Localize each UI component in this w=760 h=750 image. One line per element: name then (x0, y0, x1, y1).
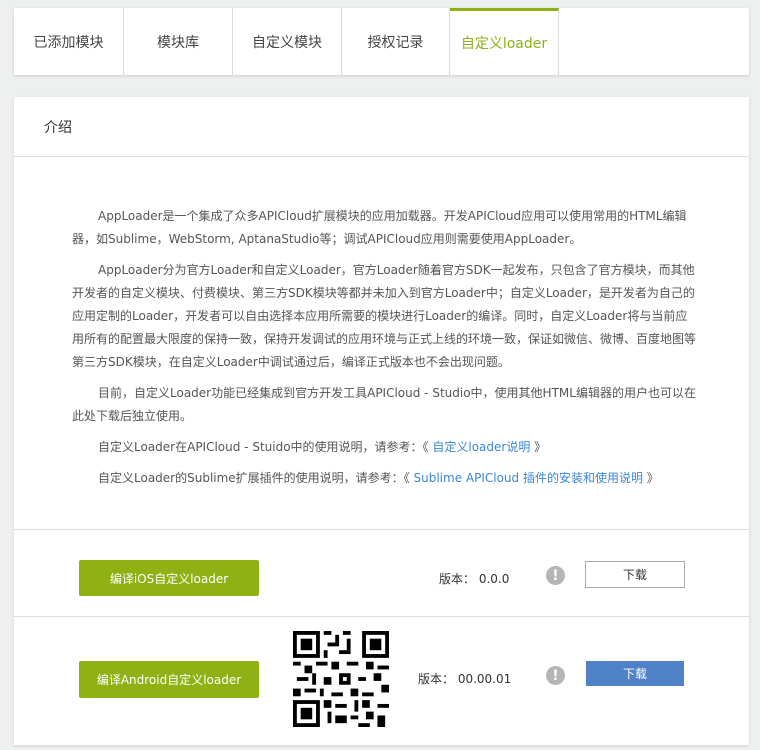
tab-added-modules[interactable]: 已添加模块 (14, 8, 124, 75)
qr-code (293, 631, 389, 727)
warning-icon[interactable]: ! (546, 566, 565, 585)
tab-label: 自定义loader (460, 36, 548, 52)
intro-paragraph: AppLoader是一个集成了众多APICloud扩展模块的应用加载器。开发AP… (72, 209, 687, 246)
tab-label: 自定义模块 (252, 34, 322, 51)
intro-panel: 介绍 AppLoader是一个集成了众多APICloud扩展模块的应用加载器。开… (14, 97, 749, 745)
tab-label: 模块库 (157, 34, 199, 51)
android-download-button[interactable]: 下载 (586, 661, 684, 686)
tab-authorization-records[interactable]: 授权记录 (342, 8, 450, 75)
tab-bar: 已添加模块 模块库 自定义模块 授权记录 自定义loader (14, 8, 749, 75)
intro-text: AppLoader是一个集成了众多APICloud扩展模块的应用加载器。开发AP… (14, 157, 749, 490)
compile-android-loader-button[interactable]: 编译Android自定义loader (79, 661, 259, 698)
tab-custom-loader[interactable]: 自定义loader (450, 8, 559, 75)
android-version: 版本： 00.00.01 (418, 672, 512, 686)
ios-loader-row: 编译iOS自定义loader 版本： 0.0.0 ! 下载 (14, 529, 749, 616)
compile-ios-loader-button[interactable]: 编译iOS自定义loader (79, 560, 259, 596)
android-loader-row: 编译Android自定义loader 版本： 00.00.01 ! 下载 (14, 616, 749, 745)
reference-sublime: 自定义Loader的Sublime扩展插件的使用说明，请参考：《 Sublime… (98, 471, 659, 485)
intro-paragraph: AppLoader分为官方Loader和自定义Loader，官方Loader随着… (72, 263, 697, 369)
tab-custom-modules[interactable]: 自定义模块 (233, 8, 342, 75)
custom-loader-doc-link[interactable]: 自定义loader说明 (432, 440, 530, 454)
ios-download-button[interactable]: 下载 (585, 561, 685, 588)
warning-icon[interactable]: ! (546, 666, 565, 685)
reference-studio: 自定义Loader在APICloud - Stuido中的使用说明，请参考：《 … (98, 440, 547, 454)
panel-title: 介绍 (14, 97, 749, 157)
ios-version: 版本： 0.0.0 (439, 572, 510, 586)
tab-module-library[interactable]: 模块库 (124, 8, 233, 75)
sublime-plugin-doc-link[interactable]: Sublime APICloud 插件的安装和使用说明 (414, 471, 643, 485)
tab-label: 授权记录 (367, 34, 424, 51)
tab-label: 已添加模块 (33, 34, 104, 51)
intro-paragraph: 目前，自定义Loader功能已经集成到官方开发工具APICloud - Stud… (72, 386, 696, 423)
